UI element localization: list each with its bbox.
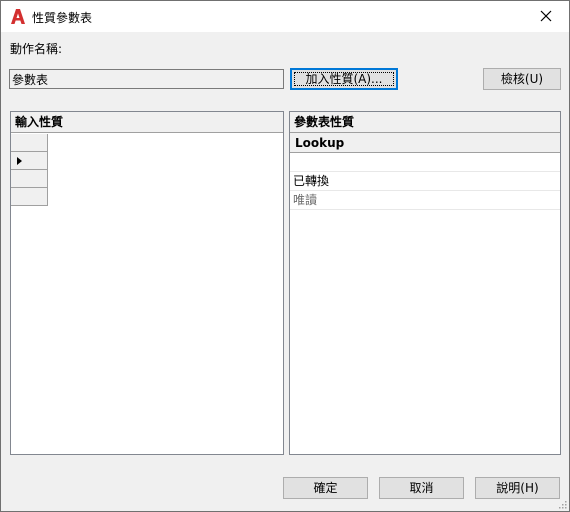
lookup-column-header[interactable]: Lookup xyxy=(290,133,560,153)
input-properties-header: 輸入性質 xyxy=(11,112,283,133)
input-properties-panel[interactable]: 輸入性質 xyxy=(10,111,284,455)
resize-grip-icon[interactable] xyxy=(557,499,567,509)
lookup-row-empty[interactable] xyxy=(290,153,560,172)
lookup-row-converted[interactable]: 已轉換 xyxy=(290,172,560,191)
window-title: 性質參數表 xyxy=(32,11,93,25)
row-header-current[interactable] xyxy=(11,152,48,170)
cancel-label: 取消 xyxy=(409,481,434,495)
help-button[interactable]: 說明(H) xyxy=(475,477,560,499)
lookup-properties-header: 參數表性質 xyxy=(290,112,560,133)
close-icon xyxy=(540,10,552,22)
row-header[interactable] xyxy=(11,188,48,206)
audit-label: 檢核(U) xyxy=(500,72,544,86)
action-name-label: 動作名稱: xyxy=(10,42,63,56)
row-header[interactable] xyxy=(11,170,48,188)
action-name-field[interactable]: 參數表 xyxy=(9,69,284,89)
add-properties-button[interactable]: 加入性質(A)... xyxy=(290,68,398,90)
row-header-column xyxy=(11,134,48,206)
focus-rect xyxy=(294,72,394,86)
audit-button[interactable]: 檢核(U) xyxy=(483,68,561,90)
row-header-top[interactable] xyxy=(11,134,48,152)
close-button[interactable] xyxy=(523,1,569,32)
autocad-a-icon xyxy=(11,9,25,24)
cancel-button[interactable]: 取消 xyxy=(379,477,464,499)
dialog-window: 性質參數表 動作名稱: 參數表 加入性質(A)... 檢核(U) 輸入性質 參數… xyxy=(0,0,570,512)
help-label: 說明(H) xyxy=(496,481,539,495)
title-bar: 性質參數表 xyxy=(1,1,569,32)
ok-label: 確定 xyxy=(313,481,338,495)
lookup-properties-panel[interactable]: 參數表性質 Lookup 已轉換 唯讀 xyxy=(289,111,561,455)
current-row-arrow-icon xyxy=(17,157,22,165)
lookup-row-readonly[interactable]: 唯讀 xyxy=(290,191,560,210)
ok-button[interactable]: 確定 xyxy=(283,477,368,499)
